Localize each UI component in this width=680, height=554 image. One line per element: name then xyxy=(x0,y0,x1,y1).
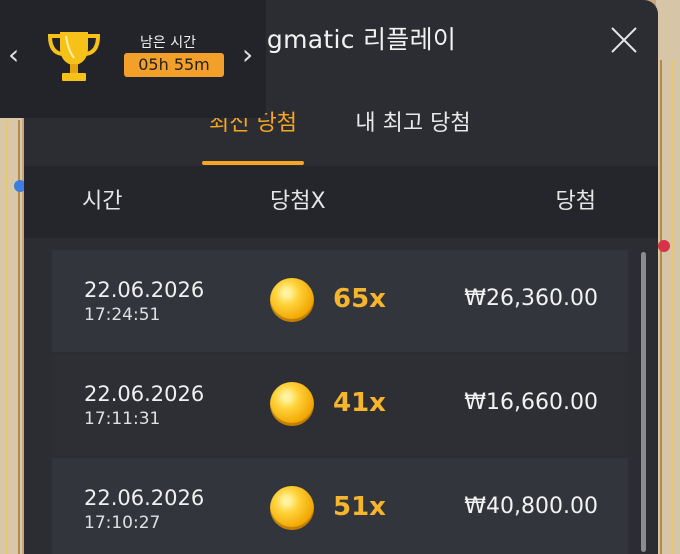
row-time: 17:24:51 xyxy=(84,305,161,325)
coin-icon xyxy=(270,278,314,322)
table-row[interactable]: 22.06.2026 17:10:27 51x ₩40,800.00 xyxy=(52,458,628,554)
row-date: 22.06.2026 xyxy=(84,382,205,406)
column-header-time: 시간 xyxy=(82,189,123,214)
time-remaining-badge: 05h 55m xyxy=(124,53,224,77)
row-date: 22.06.2026 xyxy=(84,486,205,510)
row-date: 22.06.2026 xyxy=(84,278,205,302)
scrollbar[interactable] xyxy=(641,252,646,552)
row-amount: ₩26,360.00 xyxy=(464,286,598,311)
chevron-left-icon[interactable]: ‹ xyxy=(8,40,19,70)
row-multiplier: 51x xyxy=(333,492,386,522)
wins-list: 22.06.2026 17:24:51 65x ₩26,360.00 22.06… xyxy=(52,250,628,554)
column-header-win: 당첨 xyxy=(555,189,596,214)
table-header: 시간 당첨X 당첨 xyxy=(24,166,658,238)
active-tab-indicator xyxy=(202,161,304,165)
coin-icon xyxy=(270,382,314,426)
coin-icon xyxy=(270,486,314,530)
row-time: 17:11:31 xyxy=(84,409,161,429)
column-header-multiplier: 당첨X xyxy=(270,189,326,214)
row-multiplier: 41x xyxy=(333,388,386,418)
trophy-icon xyxy=(47,32,101,81)
board-edge-right xyxy=(660,60,674,554)
table-row[interactable]: 22.06.2026 17:24:51 65x ₩26,360.00 xyxy=(52,250,628,352)
row-multiplier: 65x xyxy=(333,284,386,314)
tournament-widget[interactable]: ‹ 남은 시간 05h 55m › xyxy=(0,0,266,118)
close-icon[interactable] xyxy=(604,20,644,60)
time-remaining-label: 남은 시간 xyxy=(140,35,196,51)
tab-my-best-wins[interactable]: 내 최고 당첨 xyxy=(346,104,480,166)
row-amount: ₩16,660.00 xyxy=(464,390,598,415)
table-row[interactable]: 22.06.2026 17:11:31 41x ₩16,660.00 xyxy=(52,354,628,456)
chevron-right-icon[interactable]: › xyxy=(242,40,253,70)
row-amount: ₩40,800.00 xyxy=(464,494,598,519)
board-ornament xyxy=(658,240,670,252)
row-time: 17:10:27 xyxy=(84,513,161,533)
